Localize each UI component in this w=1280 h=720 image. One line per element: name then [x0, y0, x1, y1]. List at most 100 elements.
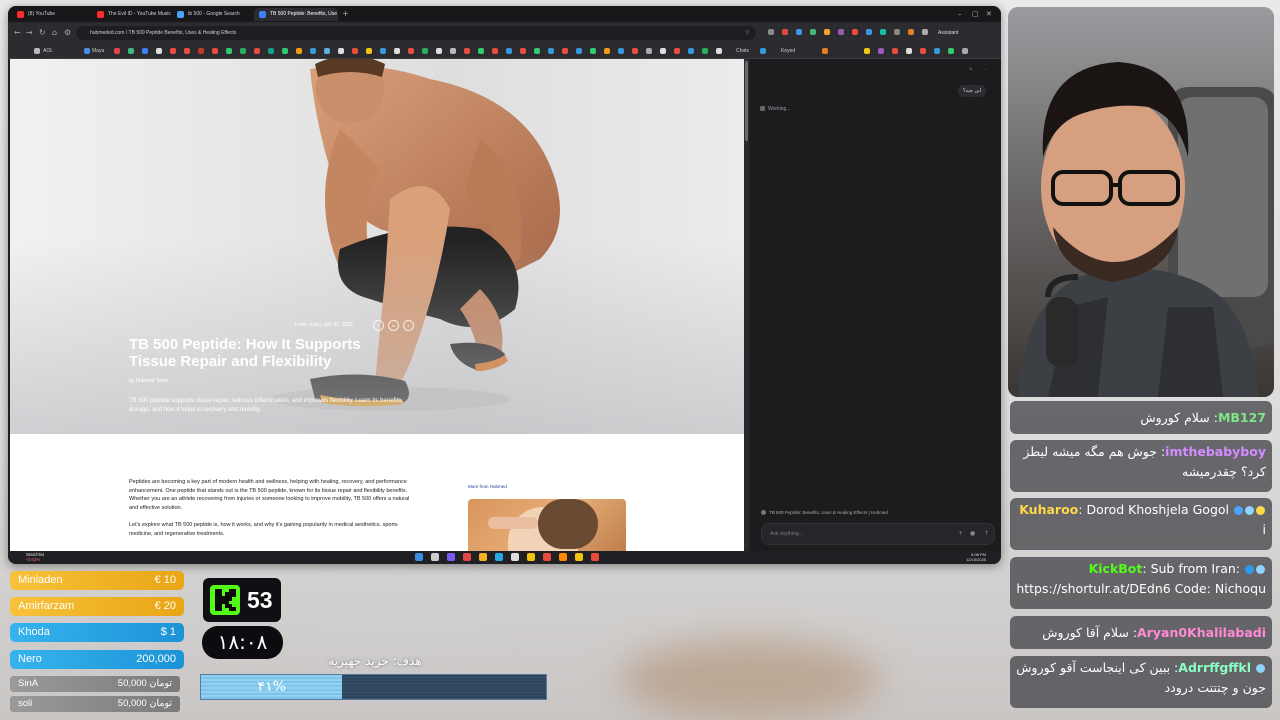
app-icon[interactable] — [527, 553, 535, 561]
linkedin-icon[interactable]: in — [388, 320, 399, 331]
bookmark-icon[interactable] — [520, 48, 526, 54]
bookmark-icon[interactable] — [548, 48, 554, 54]
app-icon[interactable] — [559, 553, 567, 561]
bookmark-icon[interactable] — [920, 48, 926, 54]
bookmark-folder-icon[interactable] — [34, 48, 40, 54]
bookmark-icon[interactable] — [534, 48, 540, 54]
bookmark-icon[interactable] — [198, 48, 204, 54]
app-icon[interactable] — [495, 553, 503, 561]
bookmark-icon[interactable] — [646, 48, 652, 54]
extension-icon[interactable] — [824, 29, 830, 35]
app-icon[interactable] — [591, 553, 599, 561]
bookmark-icon[interactable] — [408, 48, 414, 54]
bookmark-label[interactable]: Keyed — [781, 46, 795, 56]
app-icon[interactable] — [543, 553, 551, 561]
bookmark-icon[interactable] — [226, 48, 232, 54]
page-scrollbar[interactable] — [744, 59, 749, 551]
app-icon[interactable] — [511, 553, 519, 561]
forward-button[interactable]: → — [26, 28, 33, 38]
tab-youtube[interactable]: (8) YouTube — [12, 8, 98, 21]
bookmark-icon[interactable] — [436, 48, 442, 54]
send-icon[interactable]: ↑ — [984, 528, 989, 539]
bookmark-icon[interactable] — [366, 48, 372, 54]
bookmark-icon[interactable] — [660, 48, 666, 54]
bookmark-icon[interactable] — [254, 48, 260, 54]
bookmark-icon[interactable] — [716, 48, 722, 54]
profile-icon[interactable] — [922, 29, 928, 35]
app-icon[interactable] — [463, 553, 471, 561]
bookmark-icon[interactable] — [394, 48, 400, 54]
bookmark-icon[interactable] — [632, 48, 638, 54]
bookmark-icon[interactable] — [282, 48, 288, 54]
tab-hubmed-article[interactable]: TB 500 Peptide: Benefits, Use — [254, 8, 338, 21]
bookmark-icon[interactable] — [948, 48, 954, 54]
chat-username[interactable]: imthebabyboy — [1165, 444, 1266, 459]
bookmark-icon[interactable] — [114, 48, 120, 54]
app-icon[interactable] — [479, 553, 487, 561]
bookmark-icon[interactable] — [324, 48, 330, 54]
bookmark-icon[interactable] — [492, 48, 498, 54]
scrollbar-thumb[interactable] — [745, 61, 748, 141]
bookmark-icon[interactable] — [478, 48, 484, 54]
home-button[interactable]: ⌂ — [52, 28, 57, 38]
tab-google-search[interactable]: tb 500 - Google Search — [172, 8, 254, 21]
bookmark-icon[interactable] — [878, 48, 884, 54]
related-article-image[interactable] — [468, 499, 626, 551]
bookmark-icon[interactable] — [864, 48, 870, 54]
bookmark-icon[interactable] — [906, 48, 912, 54]
bookmark-icon[interactable] — [506, 48, 512, 54]
extension-icon[interactable] — [894, 29, 900, 35]
bookmark-icon[interactable] — [688, 48, 694, 54]
bookmark-icon[interactable] — [562, 48, 568, 54]
context-chip[interactable]: TB 500 Peptide: Benefits, Uses & Healing… — [761, 510, 888, 515]
bookmark-icon[interactable] — [170, 48, 176, 54]
facebook-icon[interactable]: f — [373, 320, 384, 331]
bookmark-icon[interactable] — [156, 48, 162, 54]
bookmark-icon[interactable] — [352, 48, 358, 54]
back-button[interactable]: ← — [14, 28, 21, 38]
bookmark-icon[interactable] — [962, 48, 968, 54]
extension-icon[interactable] — [880, 29, 886, 35]
close-window-button[interactable]: ✕ — [986, 8, 992, 20]
bookmark-icon[interactable] — [84, 48, 90, 54]
bookmark-icon[interactable] — [184, 48, 190, 54]
bookmark-icon[interactable] — [934, 48, 940, 54]
minimize-button[interactable]: – — [958, 8, 962, 20]
new-chat-icon[interactable]: ✎ — [969, 67, 973, 73]
system-clock[interactable]: 6:08 PM 12/15/2025 — [966, 552, 986, 562]
ask-input[interactable] — [770, 528, 940, 539]
extension-icon[interactable] — [768, 29, 774, 35]
extension-icon[interactable] — [866, 29, 872, 35]
search-icon[interactable] — [431, 553, 439, 561]
assistant-button[interactable]: Assistant — [938, 26, 958, 40]
extension-icon[interactable] — [782, 29, 788, 35]
app-icon[interactable] — [447, 553, 455, 561]
bookmark-icon[interactable] — [822, 48, 828, 54]
bookmark-icon[interactable] — [380, 48, 386, 54]
extension-icon[interactable] — [852, 29, 858, 35]
chat-username[interactable]: Kuharoo — [1019, 502, 1078, 517]
microphone-icon[interactable]: ● — [970, 528, 975, 539]
bookmark-icon[interactable] — [892, 48, 898, 54]
bookmark-icon[interactable] — [268, 48, 274, 54]
reload-button[interactable]: ↻ — [39, 28, 46, 38]
bookmark-icon[interactable] — [576, 48, 582, 54]
bookmark-icon[interactable] — [464, 48, 470, 54]
bookmark-icon[interactable] — [760, 48, 766, 54]
bookmark-icon[interactable] — [604, 48, 610, 54]
bookmark-icon[interactable] — [338, 48, 344, 54]
watchlist-widget[interactable]: Watchlist -0.62% — [26, 552, 44, 562]
tab-youtube-music[interactable]: The Evil ID - YouTube Music — [92, 8, 176, 21]
bookmark-star-icon[interactable]: ☆ — [745, 26, 750, 40]
bookmark-icon[interactable] — [240, 48, 246, 54]
chat-username[interactable]: Aryan0Khalilabadi — [1137, 625, 1266, 640]
chat-username[interactable]: KickBot — [1089, 561, 1143, 576]
bookmark-icon[interactable] — [450, 48, 456, 54]
app-icon[interactable] — [575, 553, 583, 561]
address-bar[interactable]: hubmeded.com / TB 500 Peptide Benefits, … — [76, 26, 756, 40]
bookmark-icon[interactable] — [618, 48, 624, 54]
new-tab-button[interactable]: + — [342, 9, 349, 19]
extension-icon[interactable] — [810, 29, 816, 35]
bookmark-icon[interactable] — [128, 48, 134, 54]
extension-icon[interactable] — [838, 29, 844, 35]
